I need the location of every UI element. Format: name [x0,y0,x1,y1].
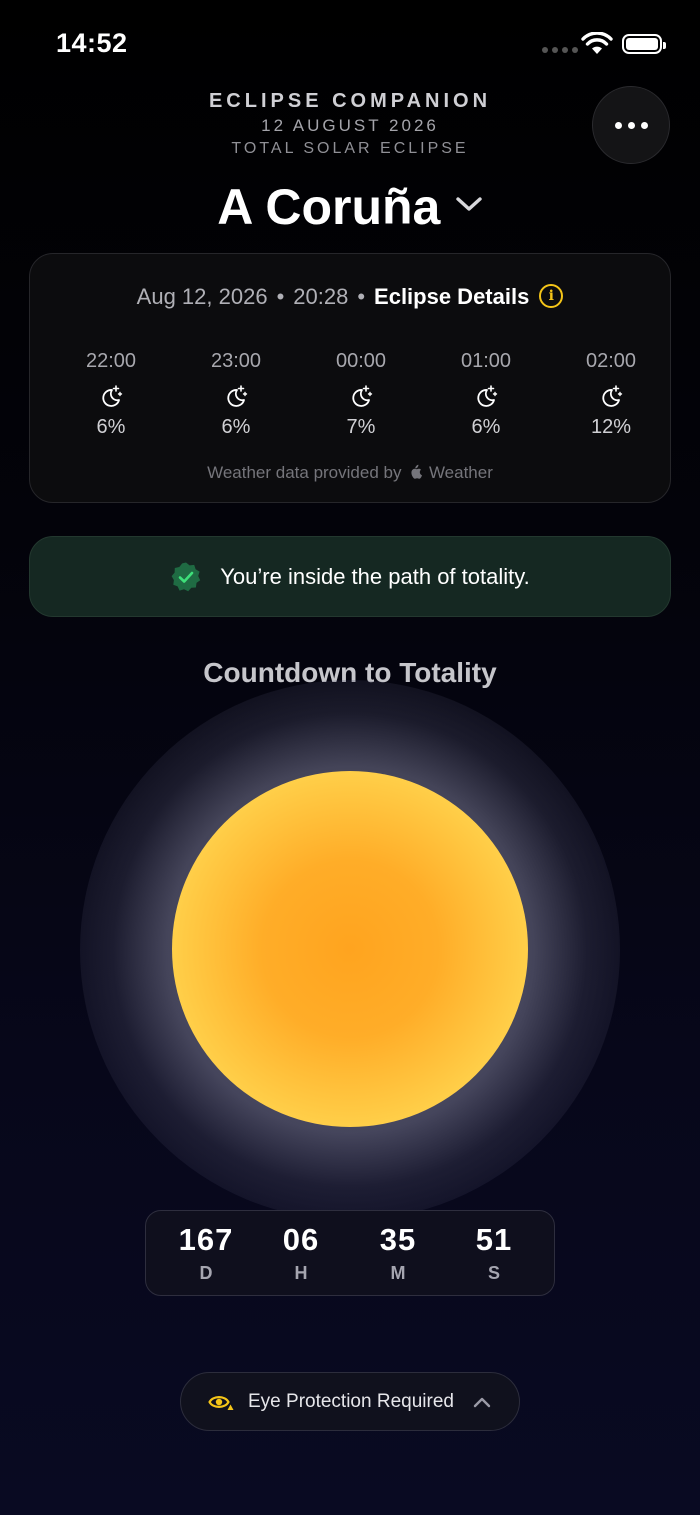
moon-stars-icon [602,385,623,407]
cloud-cover-percent: 6% [221,416,251,438]
more-dot-icon [640,121,648,129]
minutes-label: M [390,1263,406,1283]
countdown-days: 167 D [158,1222,254,1284]
cloud-cover-percent: 6% [471,416,501,438]
hours-value: 06 [282,1222,320,1257]
more-options-button[interactable] [592,86,670,164]
hour-time: 00:00 [335,350,387,372]
cloud-cover-percent: 6% [96,416,126,438]
seconds-label: S [487,1263,500,1283]
countdown-seconds: 51 S [446,1222,542,1284]
status-time: 14:52 [56,28,128,58]
countdown-hours: 06 H [253,1222,349,1284]
cloud-cover-percent: 7% [346,416,376,438]
info-icon[interactable]: i [539,284,564,309]
hour-item: 23:00 6% [191,348,281,440]
hours-label: H [294,1263,308,1283]
hour-item: 01:00 6% [441,348,531,440]
countdown-timer: 167 D 06 H 35 M 51 S [145,1210,555,1296]
days-value: 167 [178,1222,234,1257]
totality-status-text: You’re inside the path of totality. [220,563,530,589]
location-name: A Coruña [217,179,441,235]
hour-time: 01:00 [460,350,512,372]
battery-icon [622,34,666,54]
chevron-down-icon [456,197,482,211]
moon-stars-icon [227,385,248,407]
status-bar: 14:52 [0,0,700,90]
eye-protection-label: Eye Protection Required [248,1390,454,1412]
more-dot-icon [627,121,635,129]
cloud-cover-percent: 12% [590,416,632,438]
more-dot-icon [614,121,622,129]
hour-item: 02:00 12% [566,348,656,440]
eye-protection-button[interactable]: Eye Protection Required [180,1372,520,1431]
weather-card: Aug 12, 2026 • 20:28 • Eclipse Details i 22:0… [29,253,671,503]
hour-item: 00:00 7% [316,348,406,440]
countdown-minutes: 35 M [350,1222,446,1284]
check-badge-icon [171,562,201,591]
eclipse-date-short: Aug 12, 2026 [136,284,268,309]
wifi-icon [581,32,613,54]
eye-warning-icon [208,1395,234,1410]
totality-status-banner: You’re inside the path of totality. [29,536,671,617]
weather-credit[interactable]: Weather data provided by Weather [30,463,670,483]
separator-dot: • [357,284,366,309]
eclipse-time: 20:28 [293,284,349,309]
separator-dot: • [276,284,285,309]
hour-item: 22:00 6% [66,348,156,440]
moon-stars-icon [477,385,498,407]
details-line: Aug 12, 2026 • 20:28 • Eclipse Details i [30,284,670,310]
weather-credit-brand: Weather [428,463,493,482]
chevron-up-icon [473,1397,491,1407]
seconds-value: 51 [475,1222,513,1257]
location-selector[interactable]: A Coruña [0,178,700,236]
hour-time: 22:00 [85,350,137,372]
cellular-signal-icon [542,47,578,53]
sun-illustration [172,771,528,1127]
eclipse-details-link[interactable]: Eclipse Details [374,284,529,309]
hour-time: 23:00 [210,350,262,372]
minutes-value: 35 [379,1222,417,1257]
hour-time: 02:00 [585,350,637,372]
moon-stars-icon [102,385,123,407]
weather-credit-prefix: Weather data provided by [207,463,402,482]
apple-logo-icon [411,464,423,479]
days-label: D [199,1263,213,1283]
moon-stars-icon [352,385,373,407]
